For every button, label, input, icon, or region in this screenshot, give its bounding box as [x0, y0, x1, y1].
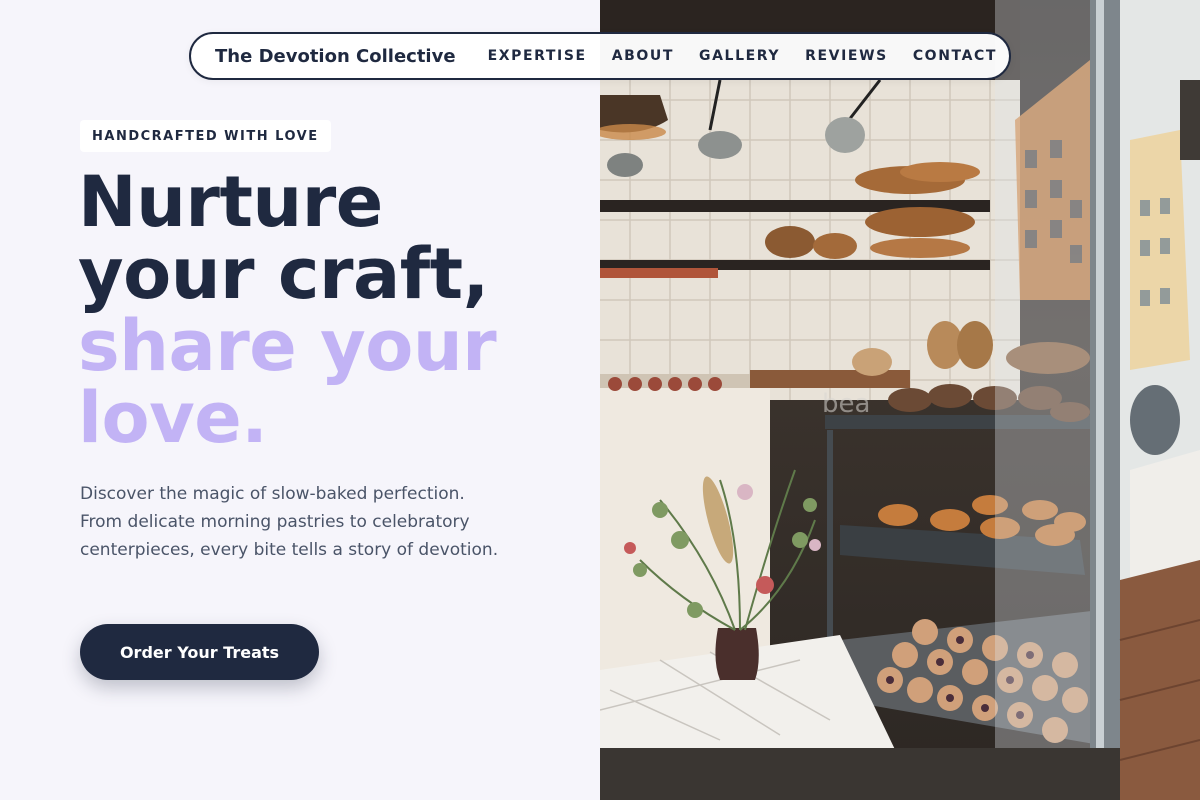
headline-line-1: Nurture [78, 161, 383, 243]
headline-line-4: love. [78, 377, 268, 459]
nav-links: EXPERTISE ABOUT GALLERY REVIEWS CONTACT [488, 48, 997, 64]
nav-link-expertise[interactable]: EXPERTISE [488, 48, 587, 64]
nav-link-reviews[interactable]: REVIEWS [805, 48, 888, 64]
hero-section: HANDCRAFTED WITH LOVE Nurture your craft… [0, 0, 600, 800]
hero-badge: HANDCRAFTED WITH LOVE [80, 120, 331, 152]
order-treats-button[interactable]: Order Your Treats [80, 624, 319, 680]
headline-line-2: your craft, [78, 233, 489, 315]
bakery-illustration: bea [600, 0, 1200, 800]
nav-link-contact[interactable]: CONTACT [913, 48, 997, 64]
nav-link-gallery[interactable]: GALLERY [699, 48, 780, 64]
main-navbar: The Devotion Collective EXPERTISE ABOUT … [189, 32, 1011, 80]
nav-link-about[interactable]: ABOUT [612, 48, 674, 64]
bakery-window-photo: bea [600, 0, 1200, 800]
window-lettering: bea [822, 389, 870, 419]
hero-headline: Nurture your craft, share your love. [78, 166, 598, 454]
headline-line-3: share your [78, 305, 497, 387]
hero-description: Discover the magic of slow-baked perfect… [80, 484, 499, 560]
brand-logo[interactable]: The Devotion Collective [215, 46, 456, 67]
